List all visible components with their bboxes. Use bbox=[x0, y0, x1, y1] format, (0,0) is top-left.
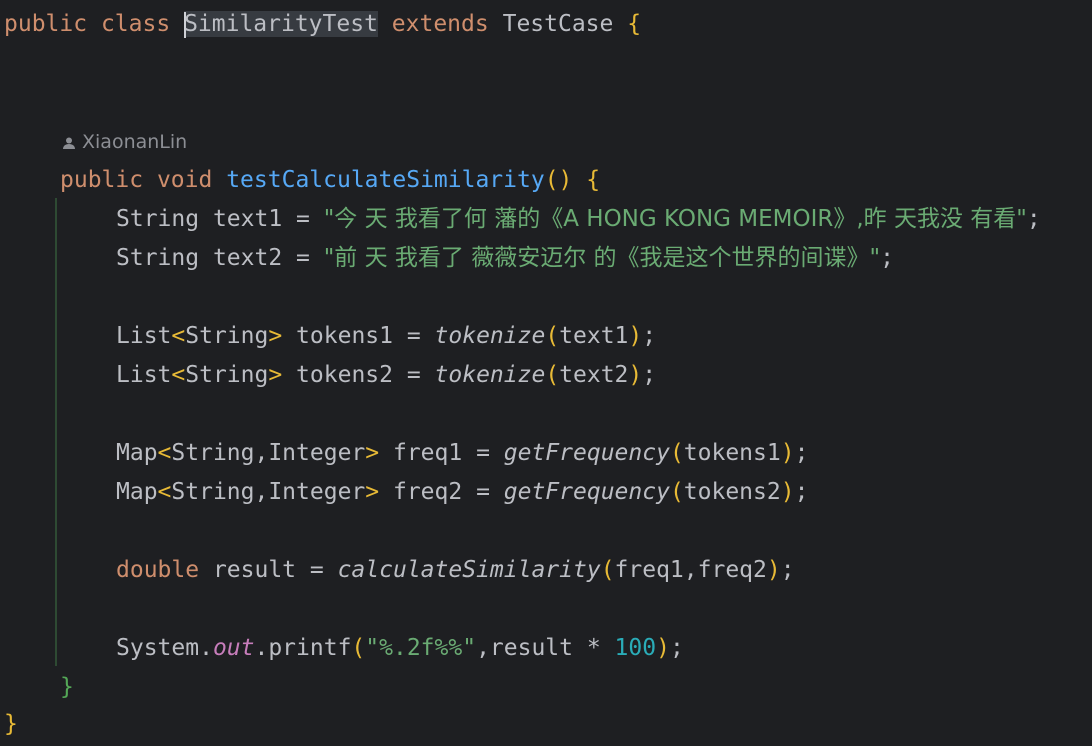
class-close-brace: } bbox=[4, 711, 18, 737]
keyword-extends: extends bbox=[391, 11, 489, 37]
semicolon: ; bbox=[780, 557, 795, 583]
type-list: List bbox=[116, 323, 172, 349]
generic-close: > bbox=[268, 362, 283, 388]
type-string: String bbox=[116, 245, 200, 271]
paren-close: ) bbox=[656, 635, 670, 661]
code-line-result[interactable]: double result = calculateSimilarity(freq… bbox=[116, 551, 795, 590]
paren-open: ( bbox=[545, 362, 560, 388]
printf-method[interactable]: .printf bbox=[254, 635, 351, 661]
call-tokenize[interactable]: tokenize bbox=[435, 362, 546, 388]
generic-open: < bbox=[171, 362, 186, 388]
author-hint[interactable]: XiaonanLin bbox=[62, 126, 187, 158]
generic-close: > bbox=[365, 479, 380, 505]
code-line-tokens1[interactable]: List<String> tokens1 = tokenize(text1); bbox=[116, 317, 656, 356]
paren-open: ( bbox=[351, 635, 366, 661]
paren-close: ) bbox=[780, 479, 795, 505]
call-tokenize[interactable]: tokenize bbox=[435, 323, 546, 349]
paren-close: ) bbox=[628, 323, 643, 349]
user-icon bbox=[63, 137, 75, 149]
call-calculatesimilarity[interactable]: calculateSimilarity bbox=[338, 557, 601, 583]
printf-args: ,result * bbox=[476, 635, 615, 661]
generic-open: < bbox=[157, 440, 172, 466]
string-literal: "前 天 我看了 薇薇安迈尔 的《我是这个世界的间谍》" bbox=[323, 245, 881, 271]
number-literal: 100 bbox=[614, 635, 657, 661]
argument: text1 bbox=[559, 323, 629, 349]
code-line-tokens2[interactable]: List<String> tokens2 = tokenize(text2); bbox=[116, 356, 656, 395]
method-declaration-line[interactable]: public void testCalculateSimilarity() { bbox=[60, 161, 600, 200]
generic-open: < bbox=[157, 479, 172, 505]
type-map: Map bbox=[116, 440, 158, 466]
variable-result: result = bbox=[199, 557, 338, 583]
variable-tokens1: tokens1 = bbox=[282, 323, 435, 349]
type-list: List bbox=[116, 362, 172, 388]
call-getfrequency[interactable]: getFrequency bbox=[504, 440, 670, 466]
paren-close: ) bbox=[628, 362, 643, 388]
method-close-brace: } bbox=[60, 674, 74, 700]
code-editor[interactable]: public class SimilarityTest extends Test… bbox=[0, 0, 1092, 746]
keyword-public: public bbox=[60, 167, 144, 193]
type-map: Map bbox=[116, 479, 158, 505]
variable-tokens2: tokens2 = bbox=[282, 362, 435, 388]
code-line-printf[interactable]: System.out.printf("%.2f%%",result * 100)… bbox=[116, 629, 684, 668]
indent-guide bbox=[55, 198, 57, 666]
generic-close: > bbox=[268, 323, 283, 349]
arguments: freq1,freq2 bbox=[614, 557, 767, 583]
generic-type: String bbox=[185, 362, 269, 388]
type-string: String bbox=[116, 206, 200, 232]
variable-text1: text1 = bbox=[199, 206, 324, 232]
paren-close: ) bbox=[780, 440, 795, 466]
paren-close: ) bbox=[766, 557, 781, 583]
variable-freq2: freq2 = bbox=[379, 479, 504, 505]
keyword-class: class bbox=[100, 11, 171, 37]
variable-text2: text2 = bbox=[199, 245, 324, 271]
argument: tokens2 bbox=[683, 479, 781, 505]
class-open-brace: { bbox=[627, 11, 642, 37]
generic-close: > bbox=[365, 440, 380, 466]
keyword-void: void bbox=[156, 167, 213, 193]
semicolon: ; bbox=[1026, 206, 1041, 232]
method-parens: () bbox=[544, 167, 573, 193]
generic-type: String,Integer bbox=[171, 440, 366, 466]
generic-type: String bbox=[185, 323, 269, 349]
author-name: XiaonanLin bbox=[82, 131, 188, 153]
semicolon: ; bbox=[642, 323, 657, 349]
semicolon: ; bbox=[642, 362, 657, 388]
call-getfrequency[interactable]: getFrequency bbox=[504, 479, 670, 505]
code-line-text1[interactable]: String text1 = "今 天 我看了何 藩的《A HONG KONG … bbox=[116, 200, 1041, 239]
method-name[interactable]: testCalculateSimilarity bbox=[226, 167, 545, 193]
semicolon: ; bbox=[669, 635, 684, 661]
format-string: "%.2f%%" bbox=[365, 635, 477, 661]
parent-class[interactable]: TestCase bbox=[503, 11, 614, 37]
paren-open: ( bbox=[545, 323, 560, 349]
code-line-text2[interactable]: String text2 = "前 天 我看了 薇薇安迈尔 的《我是这个世界的间… bbox=[116, 239, 894, 278]
semicolon: ; bbox=[794, 479, 809, 505]
method-open-brace: { bbox=[586, 167, 601, 193]
code-line-freq1[interactable]: Map<String,Integer> freq1 = getFrequency… bbox=[116, 434, 808, 473]
class-name[interactable]: SimilarityTest bbox=[184, 11, 378, 38]
semicolon: ; bbox=[880, 245, 894, 271]
field-out: out bbox=[212, 635, 255, 661]
keyword-public: public bbox=[4, 11, 88, 37]
semicolon: ; bbox=[794, 440, 809, 466]
class-declaration-line[interactable]: public class SimilarityTest extends Test… bbox=[4, 5, 641, 44]
paren-open: ( bbox=[669, 440, 684, 466]
code-line-freq2[interactable]: Map<String,Integer> freq2 = getFrequency… bbox=[116, 473, 808, 512]
string-literal: "今 天 我看了何 藩的《A HONG KONG MEMOIR》,昨 天我没 有… bbox=[323, 206, 1027, 232]
keyword-double: double bbox=[116, 557, 200, 583]
paren-open: ( bbox=[669, 479, 684, 505]
generic-type: String,Integer bbox=[171, 479, 366, 505]
argument: text2 bbox=[559, 362, 629, 388]
system-class: System. bbox=[116, 635, 213, 661]
variable-freq1: freq1 = bbox=[379, 440, 504, 466]
generic-open: < bbox=[171, 323, 186, 349]
argument: tokens1 bbox=[683, 440, 781, 466]
paren-open: ( bbox=[600, 557, 615, 583]
